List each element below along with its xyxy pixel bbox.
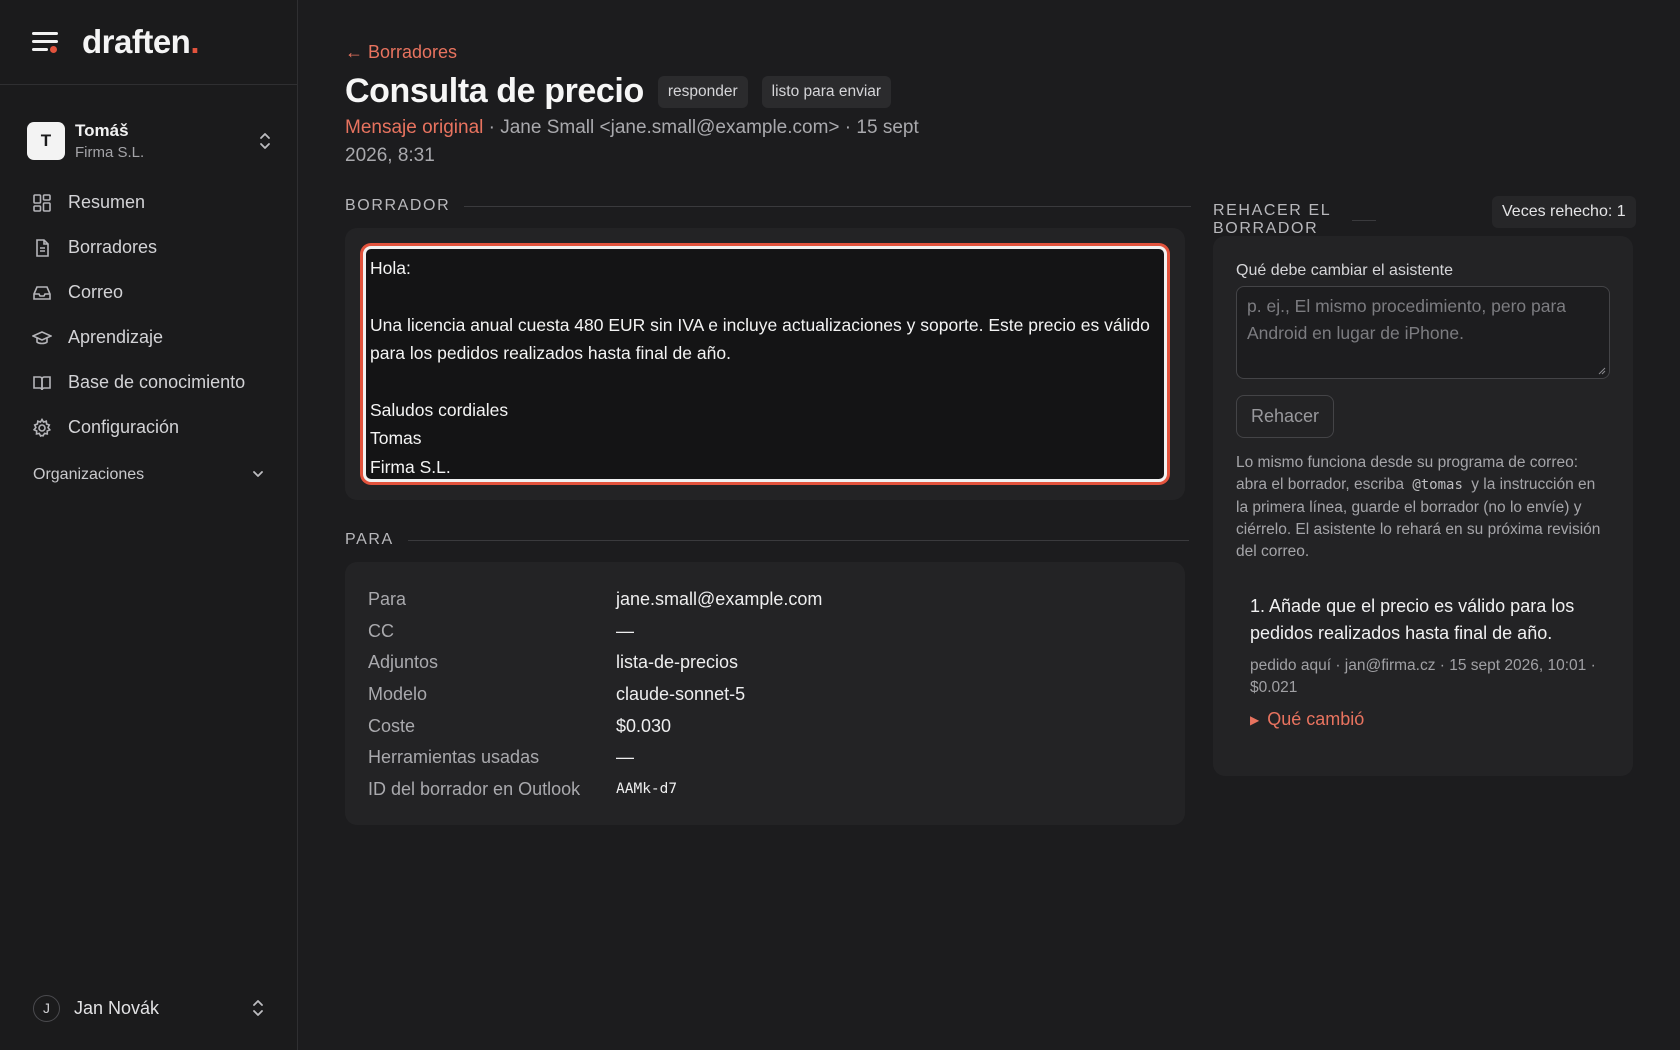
sidebar-item-base-de-conocimiento[interactable]: Base de conocimiento <box>20 360 278 405</box>
draft-section-label: BORRADOR <box>345 197 1192 215</box>
draft-body-editor[interactable]: Hola: Una licencia anual cuesta 480 EUR … <box>363 246 1167 482</box>
tag-ready-to-send: listo para enviar <box>761 75 892 108</box>
redo-instruction-input[interactable]: p. ej., El mismo procedimiento, pero par… <box>1236 286 1610 379</box>
sidebar-item-label: Resumen <box>68 192 146 212</box>
redo-instruction-item: 1. Añade que el precio es válido para lo… <box>1236 593 1610 730</box>
sidebar-item-label: Correo <box>68 282 124 302</box>
recipients-section-label: PARA <box>345 531 1189 549</box>
organizations-section-toggle[interactable]: Organizaciones <box>33 466 265 484</box>
dashboard-icon <box>32 193 52 213</box>
redo-button[interactable]: Rehacer <box>1236 395 1335 438</box>
logo[interactable]: draften. <box>82 23 199 61</box>
redo-instruction-placeholder: p. ej., El mismo procedimiento, pero par… <box>1247 296 1567 343</box>
disclosure-triangle-icon: ▶ <box>1250 712 1260 727</box>
recipients-card: Para jane.small@example.com CC — Adjuntos l… <box>345 562 1185 825</box>
user-name: Jan Novák <box>74 997 160 1018</box>
detail-row: Modelo claude-sonnet-5 <box>368 684 746 705</box>
instruction-meta: pedido aquí · jan@firma.cz · 15 sept 202… <box>1250 657 1596 697</box>
detail-row: Coste $0.030 <box>368 715 672 736</box>
sidebar-item-resumen[interactable]: Resumen <box>20 180 278 225</box>
mention-code: @tomas <box>1412 477 1463 494</box>
redo-card: Qué debe cambiar el asistente p. ej., El… <box>1213 236 1633 776</box>
detail-row: CC — <box>368 620 634 641</box>
sidebar-item-borradores[interactable]: Borradores <box>20 225 278 270</box>
detail-row: Adjuntos lista-de-precios <box>368 652 739 673</box>
back-to-drafts-link[interactable]: ← Borradores <box>345 42 457 63</box>
menu-icon[interactable] <box>32 31 58 53</box>
sidebar-item-label: Configuración <box>68 417 180 437</box>
detail-row: ID del borrador en Outlook AAMk-d7 <box>368 778 678 799</box>
redo-section-label: REHACER EL BORRADOR <box>1213 202 1377 238</box>
message-meta: Mensaje original · Jane Small <jane.smal… <box>345 114 945 170</box>
brand-header: draften. <box>0 0 297 85</box>
org-company: Firma S.L. <box>75 144 145 161</box>
gear-icon <box>32 417 52 438</box>
organizations-label: Organizaciones <box>33 466 145 483</box>
draft-card: Hola: Una licencia anual cuesta 480 EUR … <box>345 228 1185 500</box>
sidebar-item-label: Aprendizaje <box>68 327 164 347</box>
chevron-down-icon <box>251 466 265 484</box>
redo-count-badge: Veces rehecho: 1 <box>1492 196 1636 228</box>
chevron-up-down-icon <box>258 131 272 151</box>
original-message-link[interactable]: Mensaje original <box>345 117 483 138</box>
sidebar-item-label: Borradores <box>68 237 158 257</box>
graduation-cap-icon <box>32 328 52 348</box>
detail-row: Herramientas usadas — <box>368 747 634 768</box>
org-avatar: T <box>27 122 65 160</box>
org-switcher[interactable]: T Tomáš Firma S.L. <box>27 116 272 166</box>
what-changed-toggle[interactable]: ▶ Qué cambió <box>1250 709 1610 730</box>
redo-field-label: Qué debe cambiar el asistente <box>1236 262 1454 279</box>
detail-row: Para jane.small@example.com <box>368 589 823 610</box>
page-title: Consulta de precio <box>345 72 644 110</box>
book-icon <box>32 373 52 393</box>
sidebar-item-configuracion[interactable]: Configuración <box>20 405 278 450</box>
sidebar: draften. T Tomáš Firma S.L. Resumen Borr… <box>0 0 298 1050</box>
sidebar-nav: Resumen Borradores Correo Aprendizaje Ba… <box>20 180 278 450</box>
chevron-up-down-icon <box>251 998 265 1018</box>
redo-help-text: Lo mismo funciona desde su programa de c… <box>1236 454 1601 561</box>
sidebar-item-label: Base de conocimiento <box>68 372 246 392</box>
document-icon <box>32 238 52 258</box>
user-switcher[interactable]: J Jan Novák <box>33 994 265 1022</box>
tag-responder: responder <box>657 75 748 108</box>
sidebar-item-aprendizaje[interactable]: Aprendizaje <box>20 315 278 360</box>
inbox-icon <box>32 283 52 303</box>
instruction-title: 1. Añade que el precio es válido para lo… <box>1250 596 1575 644</box>
org-name: Tomáš <box>75 121 129 140</box>
resize-grip-icon[interactable] <box>1598 367 1606 375</box>
sidebar-item-correo[interactable]: Correo <box>20 270 278 315</box>
user-avatar: J <box>33 994 60 1022</box>
